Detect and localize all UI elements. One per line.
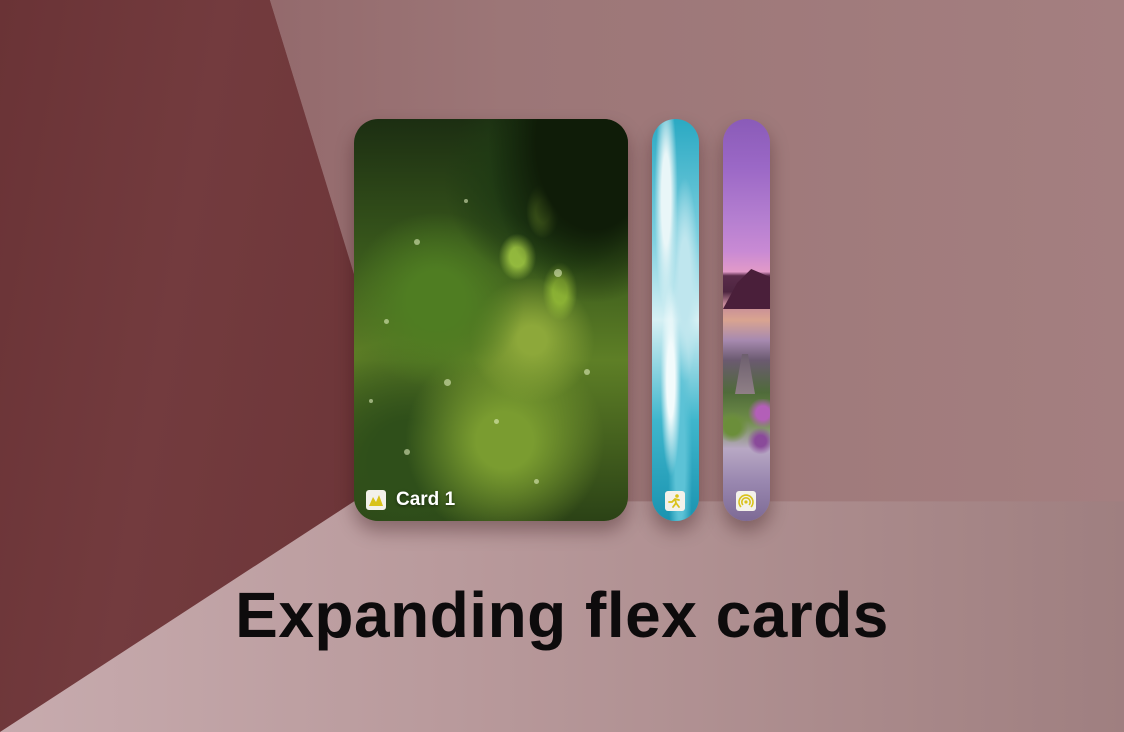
card-3-image	[723, 119, 770, 521]
card-3-mountain	[723, 269, 770, 309]
card-1[interactable]: Card 1	[354, 119, 628, 521]
card-3-flowers	[723, 399, 770, 469]
walking-person-icon	[665, 491, 685, 511]
card-2-image	[652, 119, 699, 521]
mountain-icon	[366, 490, 386, 510]
card-1-image	[354, 119, 628, 521]
card-1-label: Card 1	[396, 489, 456, 510]
card-strip: Card 1	[354, 119, 770, 521]
page-title: Expanding flex cards	[235, 579, 889, 651]
broadcast-icon	[736, 491, 756, 511]
card-1-footer: Card 1	[366, 489, 455, 511]
card-2-footer	[665, 491, 685, 511]
card-3[interactable]	[723, 119, 770, 521]
card-1-leaves	[458, 119, 628, 349]
card-2[interactable]	[652, 119, 699, 521]
card-3-dock	[735, 354, 755, 394]
card-3-footer	[736, 491, 756, 511]
